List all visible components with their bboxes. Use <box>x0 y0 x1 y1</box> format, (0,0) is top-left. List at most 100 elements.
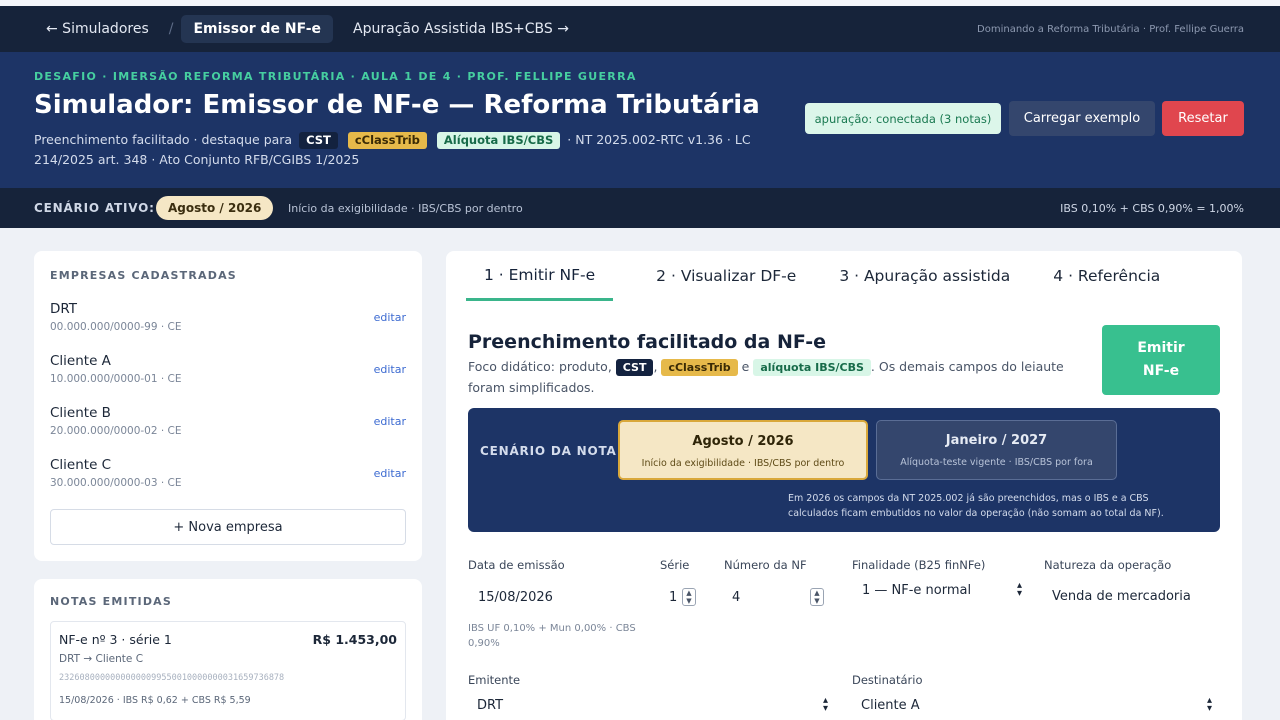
recipient-label: Destinatário <box>852 673 923 687</box>
note-taxes: 15/08/2026 · IBS R$ 0,62 + CBS R$ 5,59 <box>59 695 251 706</box>
scenario-option-janeiro-2027[interactable]: Janeiro / 2027 Alíquota-teste vigente · … <box>876 420 1117 480</box>
company-document: 30.000.000/0000-03 · CE <box>50 477 182 489</box>
serie-stepper-icon[interactable]: ▲ ▼ <box>682 588 696 606</box>
edit-company-link[interactable]: editar <box>374 363 406 376</box>
load-example-button[interactable]: Carregar exemplo <box>1009 101 1155 136</box>
tab-apuracao-assistida[interactable]: 3 · Apuração assistida <box>839 251 1010 301</box>
tab-emitir-nfe[interactable]: 1 · Emitir NF-e <box>466 251 614 301</box>
cclasstrib-tag: cClassTrib <box>347 132 427 149</box>
company-item[interactable]: DRT 00.000.000/0000-99 · CE editar <box>50 301 406 347</box>
nature-value: Venda de mercadoria <box>1052 588 1191 604</box>
tab-referencia[interactable]: 4 · Referência <box>1053 251 1160 301</box>
issuer-select[interactable]: DRT ▴ ▾ <box>468 688 836 720</box>
chevron-updown-icon: ▴ ▾ <box>1206 695 1212 714</box>
companies-card: EMPRESAS CADASTRADAS DRT 00.000.000/0000… <box>34 251 422 561</box>
company-name: DRT <box>50 301 78 317</box>
chevron-updown-icon: ▴ ▾ <box>822 695 828 714</box>
aliquota-tag: Alíquota IBS/CBS <box>436 132 561 149</box>
desc-prefix: Foco didático: produto, <box>468 359 612 374</box>
top-navigation-bar: ← Simuladores / Emissor de NF-e Apuração… <box>0 0 1280 52</box>
edit-company-link[interactable]: editar <box>374 311 406 324</box>
company-name: Cliente B <box>50 405 111 421</box>
scenario-option-agosto-2026[interactable]: Agosto / 2026 Início da exigibilidade · … <box>618 420 868 480</box>
active-scenario-bar: CENÁRIO ATIVO: Agosto / 2026 Início da e… <box>0 188 1280 228</box>
company-name: Cliente A <box>50 353 111 369</box>
issuer-value: DRT <box>477 697 504 713</box>
edit-company-link[interactable]: editar <box>374 415 406 428</box>
note-scenario-label: CENÁRIO DA NOTA <box>480 444 617 458</box>
emit-nfe-button[interactable]: Emitir NF-e <box>1102 325 1220 395</box>
note-number-stepper-icon[interactable]: ▲ ▼ <box>810 588 824 606</box>
page-title: Simulador: Emissor de NF-e — Reforma Tri… <box>34 90 760 120</box>
current-page-link[interactable]: Emissor de NF-e <box>181 15 334 43</box>
active-scenario-description: Início da exigibilidade · IBS/CBS por de… <box>288 201 523 215</box>
active-scenario-badge: Agosto / 2026 <box>156 196 274 220</box>
tab-visualizar-dfe[interactable]: 2 · Visualizar DF-e <box>656 251 796 301</box>
next-simulator-link[interactable]: Apuração Assistida IBS+CBS → <box>341 15 581 43</box>
issued-notes-card: NOTAS EMITIDAS NF-e nº 3 · série 1 R$ 1.… <box>34 579 422 720</box>
aliquota-tag: alíquota IBS/CBS <box>753 359 871 376</box>
nature-input[interactable]: Venda de mercadoria <box>1044 579 1220 613</box>
recipient-value: Cliente A <box>861 697 920 713</box>
section-title: Preenchimento facilitado da NF-e <box>468 331 827 353</box>
scenario-note: Em 2026 os campos da NT 2025.002 já são … <box>788 493 1164 519</box>
chevron-updown-icon: ▴ ▾ <box>1016 580 1022 599</box>
active-scenario-rate: IBS 0,10% + CBS 0,90% = 1,00% <box>1060 201 1244 215</box>
cclasstrib-tag: cClassTrib <box>661 359 738 376</box>
note-number-label: Número da NF <box>724 558 807 572</box>
note-access-key: 2326080000000000009955001000000003165973… <box>59 673 285 683</box>
company-item[interactable]: Cliente B 20.000.000/0000-02 · CE editar <box>50 405 406 451</box>
page-header: DESAFIO · IMERSÃO REFORMA TRIBUTÁRIA · A… <box>0 52 1280 188</box>
scenario-option-title: Agosto / 2026 <box>692 434 794 449</box>
course-credit: Dominando a Reforma Tributária · Prof. F… <box>977 23 1244 35</box>
new-company-button[interactable]: + Nova empresa <box>50 509 406 545</box>
note-number-value: 4 <box>732 589 741 605</box>
purpose-select[interactable]: 1 — NF-e normal ▴ ▾ <box>852 573 1030 607</box>
cst-tag: CST <box>299 132 338 149</box>
note-parties: DRT → Cliente C <box>59 653 144 665</box>
edit-company-link[interactable]: editar <box>374 467 406 480</box>
issued-note-item[interactable]: NF-e nº 3 · série 1 R$ 1.453,00 DRT → Cl… <box>50 621 406 720</box>
nature-label: Natureza da operação <box>1044 558 1172 572</box>
page-subtitle: Preenchimento facilitado · destaque para… <box>34 130 754 170</box>
issue-date-hint: IBS UF 0,10% + Mun 0,00% · CBS 0,90% <box>468 623 636 649</box>
back-to-simulators-link[interactable]: ← Simuladores <box>34 15 161 43</box>
company-item[interactable]: Cliente A 10.000.000/0000-01 · CE editar <box>50 353 406 399</box>
breadcrumb: ← Simuladores / Emissor de NF-e Apuração… <box>0 6 581 52</box>
note-title: NF-e nº 3 · série 1 <box>59 632 172 647</box>
scenario-option-description: Alíquota-teste vigente · IBS/CBS por for… <box>900 457 1093 468</box>
scenario-option-description: Início da exigibilidade · IBS/CBS por de… <box>641 458 845 469</box>
purpose-label: Finalidade (B25 finNFe) <box>852 558 986 572</box>
serie-value: 1 <box>669 589 678 605</box>
issue-date-input[interactable]: 15/08/2026 <box>468 580 644 614</box>
active-scenario-label: CENÁRIO ATIVO: <box>34 201 155 215</box>
serie-label: Série <box>660 558 690 572</box>
main-panel: 1 · Emitir NF-e 2 · Visualizar DF-e 3 · … <box>446 251 1242 720</box>
subtitle-prefix: Preenchimento facilitado · destaque para <box>34 132 293 147</box>
company-document: 20.000.000/0000-02 · CE <box>50 425 182 437</box>
serie-input[interactable]: 1 ▲ ▼ <box>660 580 702 614</box>
issued-notes-header: NOTAS EMITIDAS <box>50 595 172 608</box>
issue-date-label: Data de emissão <box>468 558 565 572</box>
section-description: Foco didático: produto, CST, cClassTrib … <box>468 359 1064 395</box>
note-scenario-panel: CENÁRIO DA NOTA Agosto / 2026 Início da … <box>468 408 1220 532</box>
recipient-select[interactable]: Cliente A ▴ ▾ <box>852 688 1220 720</box>
companies-header: EMPRESAS CADASTRADAS <box>50 269 237 282</box>
header-eyebrow: DESAFIO · IMERSÃO REFORMA TRIBUTÁRIA · A… <box>34 70 637 83</box>
apuracao-status-badge: apuração: conectada (3 notas) <box>805 103 1001 134</box>
company-document: 10.000.000/0000-01 · CE <box>50 373 182 385</box>
reset-button[interactable]: Resetar <box>1162 101 1244 136</box>
desc-and: e <box>741 359 750 374</box>
scenario-option-title: Janeiro / 2027 <box>945 433 1048 448</box>
breadcrumb-separator: / <box>168 21 174 37</box>
purpose-value: 1 — NF-e normal <box>862 582 972 598</box>
note-number-input[interactable]: 4 ▲ ▼ <box>724 580 830 614</box>
issuer-label: Emitente <box>468 673 521 687</box>
company-item[interactable]: Cliente C 30.000.000/0000-03 · CE editar <box>50 457 406 503</box>
tab-bar: 1 · Emitir NF-e 2 · Visualizar DF-e 3 · … <box>466 251 1203 301</box>
issue-date-value: 15/08/2026 <box>478 589 553 605</box>
note-value: R$ 1.453,00 <box>312 632 397 647</box>
cst-tag: CST <box>615 359 654 376</box>
company-document: 00.000.000/0000-99 · CE <box>50 321 182 333</box>
company-name: Cliente C <box>50 457 112 473</box>
